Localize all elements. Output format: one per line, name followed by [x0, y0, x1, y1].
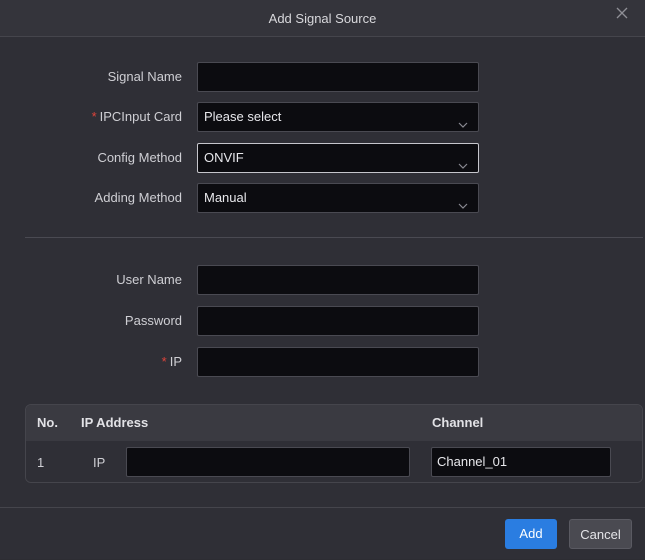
header-ip-address: IP Address	[81, 415, 149, 430]
password-label: Password	[124, 313, 182, 328]
ip-channel-table: No. IP Address Channel 1 IP Channel_01	[25, 404, 643, 483]
signal-name-label: Signal Name	[107, 69, 182, 84]
ipc-input-card-value: Please select	[204, 109, 282, 124]
config-method-value: ONVIF	[204, 150, 244, 165]
row-channel-input[interactable]: Channel_01	[431, 447, 611, 477]
section-divider	[25, 237, 643, 238]
chevron-down-icon	[458, 153, 468, 169]
ip-input[interactable]	[197, 347, 479, 377]
password-row: Password	[0, 306, 645, 336]
ip-row: * IP	[0, 347, 645, 377]
cancel-button[interactable]: Cancel	[569, 519, 632, 549]
password-input[interactable]	[197, 306, 479, 336]
user-name-row: User Name	[0, 265, 645, 295]
user-name-label: User Name	[116, 272, 182, 287]
ipc-input-card-label: * IPCInput Card	[92, 102, 182, 132]
row-no: 1	[37, 455, 45, 470]
chevron-down-icon	[458, 112, 468, 128]
chevron-down-icon	[458, 193, 468, 209]
adding-method-value: Manual	[204, 190, 247, 205]
config-method-row: Config Method ONVIF	[0, 143, 645, 173]
adding-method-label: Adding Method	[94, 190, 182, 205]
table-row: 1 IP Channel_01	[26, 441, 642, 482]
add-signal-source-dialog: Add Signal Source Signal Name * IPCInput …	[0, 0, 645, 559]
header-channel: Channel	[432, 415, 484, 430]
dialog-titlebar: Add Signal Source	[0, 0, 645, 37]
user-name-input[interactable]	[197, 265, 479, 295]
dialog-title: Add Signal Source	[268, 10, 377, 26]
signal-name-input[interactable]	[197, 62, 479, 92]
required-mark: *	[91, 109, 97, 124]
ip-label: * IP	[162, 347, 182, 377]
row-ip-input[interactable]	[126, 447, 410, 477]
config-method-label: Config Method	[97, 150, 182, 165]
header-no: No.	[37, 415, 58, 430]
row-ip-label: IP	[93, 455, 106, 470]
required-mark: *	[161, 354, 167, 369]
signal-name-row: Signal Name	[0, 62, 645, 92]
adding-method-select[interactable]: Manual	[197, 183, 479, 213]
ipc-input-card-label-text: IPCInput Card	[99, 109, 182, 124]
ipc-input-card-row: * IPCInput Card Please select	[0, 102, 645, 132]
adding-method-row: Adding Method Manual	[0, 183, 645, 213]
add-button[interactable]: Add	[505, 519, 557, 549]
ip-label-text: IP	[169, 354, 182, 369]
table-header: No. IP Address Channel	[26, 405, 642, 441]
close-icon[interactable]	[613, 6, 631, 24]
config-method-select[interactable]: ONVIF	[197, 143, 479, 173]
ipc-input-card-select[interactable]: Please select	[197, 102, 479, 132]
